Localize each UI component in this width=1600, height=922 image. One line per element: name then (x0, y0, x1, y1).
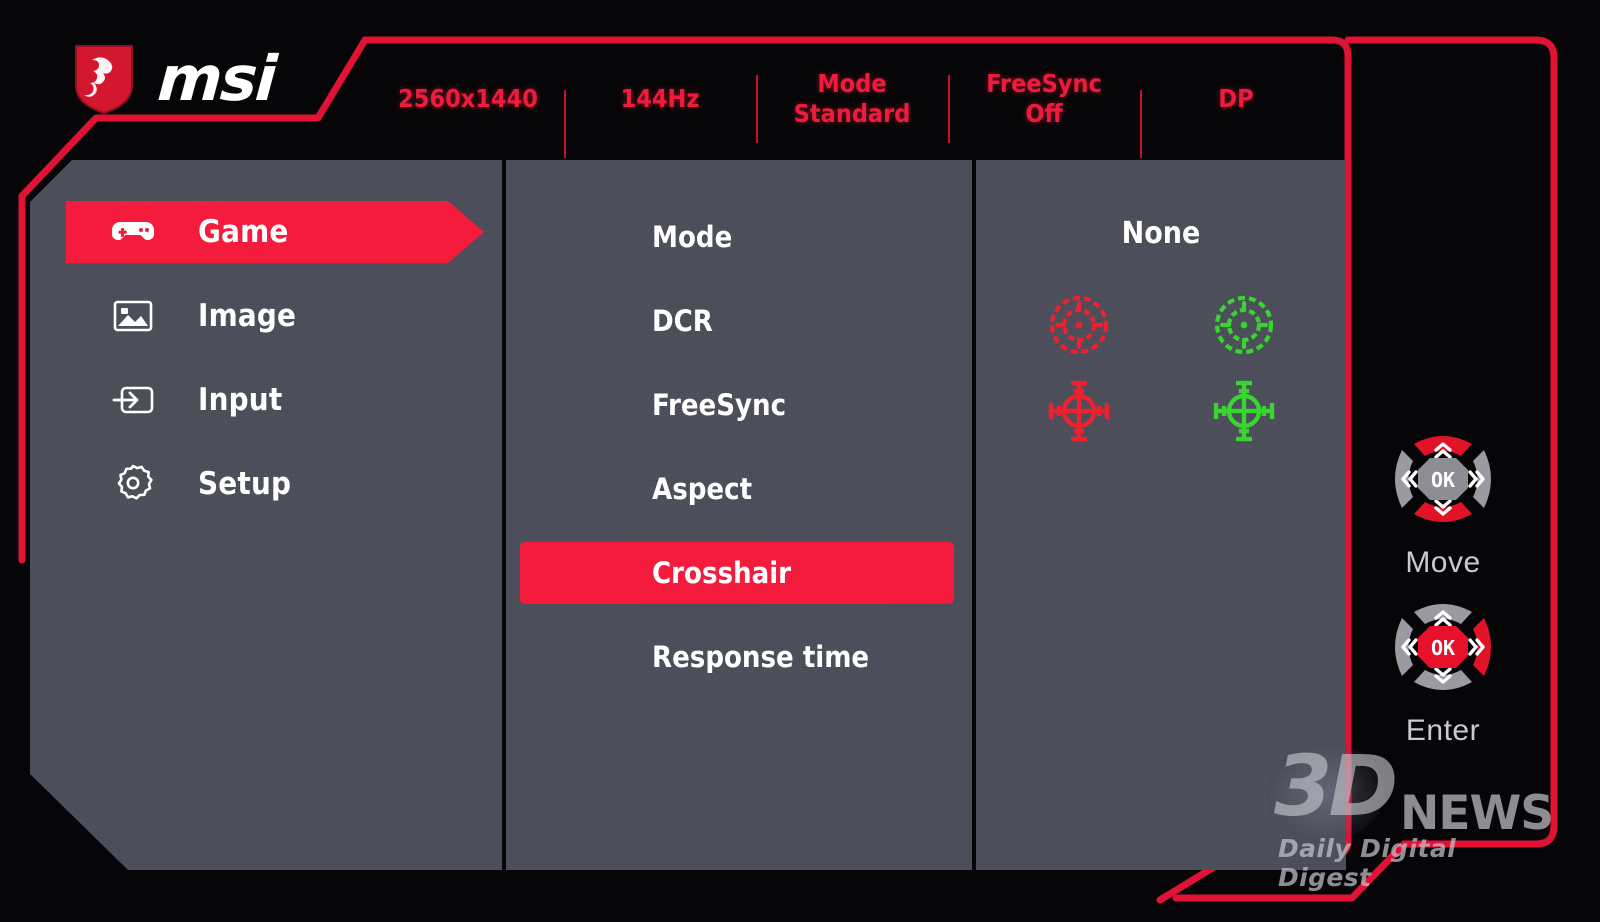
nav-hint-move: OK Move (1368, 420, 1518, 580)
msi-logo: msi (72, 42, 278, 116)
sidebar-item-setup[interactable]: Setup (30, 453, 502, 515)
crosshair-option-grid (996, 282, 1326, 454)
nav-pad-enter: OK (1382, 588, 1504, 706)
gear-icon (110, 461, 156, 507)
status-mode-value: Standard (793, 99, 911, 128)
submenu-item-label: Aspect (652, 472, 753, 506)
status-input-source: DP (1140, 83, 1332, 157)
sidebar-menu: Game Image Input Setup (30, 160, 502, 537)
status-freesync-value: Off (1025, 99, 1063, 128)
submenu-item-aspect[interactable]: Aspect (506, 458, 972, 520)
submenu-item-mode[interactable]: Mode (506, 206, 972, 268)
status-resolution-value: 2560x1440 (398, 83, 538, 113)
picture-icon (110, 293, 156, 339)
osd-screen: msi 2560x1440 144Hz Mode Standard FreeSy… (0, 0, 1600, 922)
nav-hint-label: Move (1405, 546, 1481, 579)
nav-hint-enter: OK Enter (1368, 588, 1518, 748)
status-refresh-rate: 144Hz (564, 83, 756, 157)
submenu-item-label: DCR (652, 304, 713, 338)
status-refresh-rate-value: 144Hz (620, 83, 700, 113)
sidebar-item-label: Input (198, 382, 283, 418)
submenu-item-label: Mode (652, 220, 733, 254)
gamepad-icon (110, 209, 156, 255)
sidebar-item-label: Image (198, 298, 297, 334)
sidebar-item-label: Setup (198, 466, 292, 502)
submenu-item-label: Response time (652, 640, 870, 674)
crosshair-circle-green-icon (1214, 295, 1273, 355)
crosshair-circle-green-option[interactable] (1206, 287, 1282, 363)
nav-pad-move: OK (1382, 420, 1504, 538)
sidebar-item-game[interactable]: Game (30, 201, 502, 263)
crosshair-circle-red-option[interactable] (1041, 287, 1117, 363)
submenu-item-label: Crosshair (652, 556, 791, 590)
msi-dragon-shield-icon (75, 45, 133, 115)
crosshair-cross-green-icon (1213, 380, 1274, 442)
crosshair-cross-green-option[interactable] (1206, 373, 1282, 449)
crosshair-circle-red-icon (1049, 295, 1108, 355)
status-resolution: 2560x1440 (372, 84, 564, 115)
sidebar-item-label: Game (198, 214, 289, 250)
submenu-item-dcr[interactable]: DCR (506, 290, 972, 352)
status-freesync: FreeSync Off (948, 68, 1140, 143)
sidebar-item-input[interactable]: Input (30, 369, 502, 431)
crosshair-cross-red-icon (1048, 380, 1109, 442)
input-arrow-icon (110, 377, 156, 423)
status-freesync-label: FreeSync (986, 68, 1102, 98)
sidebar-item-image[interactable]: Image (30, 285, 502, 347)
crosshair-cross-red-option[interactable] (1041, 373, 1117, 449)
msi-wordmark: msi (155, 42, 278, 115)
status-mode: Mode Standard (756, 68, 948, 143)
status-mode-label: Mode (817, 68, 887, 98)
submenu-item-label: FreeSync (652, 388, 787, 422)
options-panel (976, 160, 1346, 870)
svg-text:OK: OK (1431, 468, 1455, 492)
option-none-label[interactable]: None (976, 216, 1346, 251)
submenu-item-freesync[interactable]: FreeSync (506, 374, 972, 436)
watermark-name: NEWS (1400, 786, 1554, 841)
submenu-list: Mode DCR FreeSync Aspect Crosshair Respo… (506, 160, 972, 710)
submenu-item-response-time[interactable]: Response time (506, 626, 972, 688)
nav-hint-label: Enter (1405, 714, 1481, 747)
status-bar: 2560x1440 144Hz Mode Standard FreeSync O… (372, 56, 1332, 157)
svg-text:OK: OK (1431, 636, 1455, 660)
status-input-source-value: DP (1218, 83, 1254, 113)
submenu-item-crosshair[interactable]: Crosshair (506, 542, 972, 604)
